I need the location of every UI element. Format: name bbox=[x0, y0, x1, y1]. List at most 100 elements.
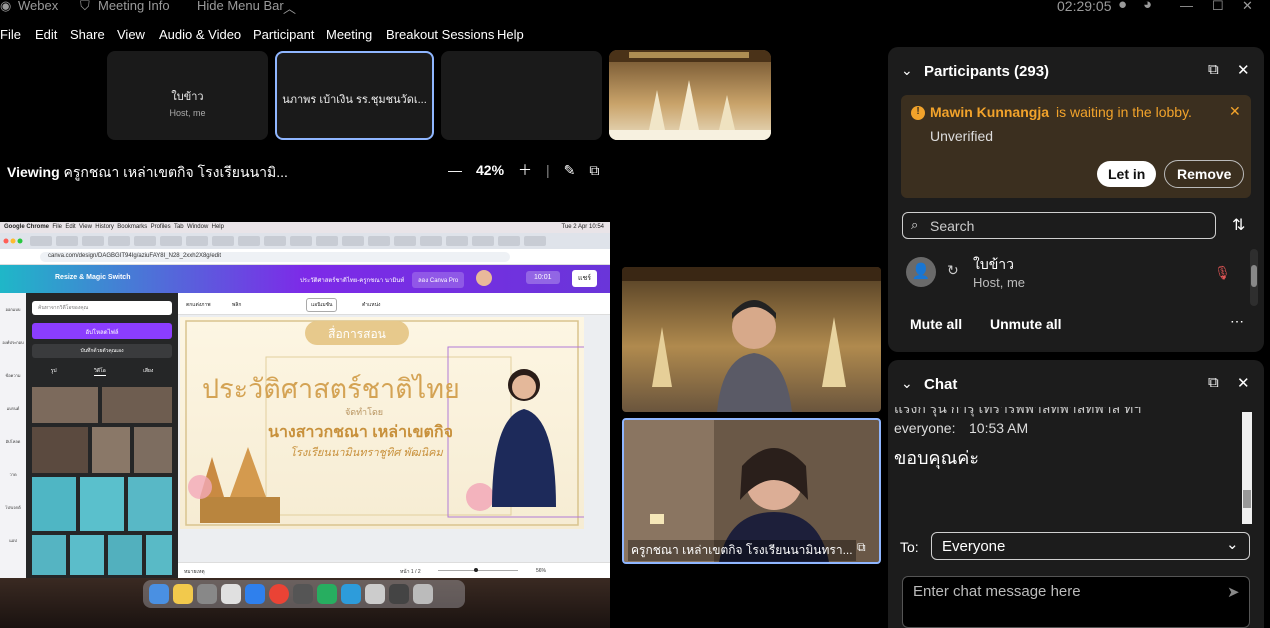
rail-item[interactable]: อัปโหลด bbox=[0, 425, 26, 458]
minimize-icon[interactable]: — bbox=[1180, 0, 1193, 13]
url-field[interactable]: canva.com/design/DAGBGIT94Ig/aziuFAY8I_N… bbox=[40, 252, 510, 262]
menu-help[interactable]: Help bbox=[497, 27, 524, 42]
share-button[interactable]: แชร์ bbox=[572, 270, 598, 287]
maximize-icon[interactable]: ☐ bbox=[1212, 0, 1224, 14]
participant-thumb-temple[interactable] bbox=[609, 50, 771, 140]
record-yourself-button[interactable]: บันทึกด้วยตัวคุณเอง bbox=[32, 344, 172, 358]
canva-header: Resize & Magic Switch ประวัติศาสตร์ชาติไ… bbox=[0, 265, 610, 293]
rail-item[interactable]: แบรนด์ bbox=[0, 392, 26, 425]
notes-app-icon[interactable] bbox=[173, 584, 193, 604]
title-bar: ◉ Webex ⛉ Meeting Info Hide Menu Bar ︿ 0… bbox=[0, 0, 1270, 17]
menu-view[interactable]: View bbox=[117, 27, 145, 42]
uploads-search[interactable]: ค้นหาจากวิดีโอของคุณ bbox=[32, 301, 172, 315]
hide-menu-bar-button[interactable]: Hide Menu Bar bbox=[197, 0, 284, 13]
participants-search[interactable]: ⌕ Search bbox=[902, 212, 1216, 239]
chevron-up-icon[interactable]: ︿ bbox=[283, 0, 296, 17]
chat-input[interactable]: Enter chat message here ➤ bbox=[902, 576, 1250, 628]
notes-button[interactable]: หมายเหตุ bbox=[184, 568, 205, 576]
trash-icon[interactable] bbox=[413, 584, 433, 604]
finder-icon[interactable] bbox=[149, 584, 169, 604]
participant-thumb-empty[interactable] bbox=[441, 51, 602, 140]
close-icon[interactable]: ✕ bbox=[1237, 61, 1250, 79]
rail-item[interactable]: โปรเจกต์ bbox=[0, 491, 26, 524]
tab-images[interactable]: รูป bbox=[51, 367, 57, 376]
close-icon[interactable]: ✕ bbox=[1237, 374, 1250, 392]
zoom-in-icon[interactable]: ＋ bbox=[518, 160, 532, 180]
menu-participant[interactable]: Participant bbox=[253, 27, 314, 42]
shared-screen[interactable]: Google Chrome File Edit View History Boo… bbox=[0, 222, 610, 578]
canva-pro-button[interactable]: ลอง Canva Pro bbox=[412, 272, 465, 288]
zoom-slider-handle[interactable] bbox=[474, 568, 478, 572]
screenshot-icon[interactable] bbox=[389, 584, 409, 604]
settings-icon[interactable] bbox=[293, 584, 313, 604]
close-window-icon[interactable]: ✕ bbox=[1242, 0, 1253, 14]
menu-share[interactable]: Share bbox=[70, 27, 105, 42]
app-store-icon[interactable] bbox=[245, 584, 265, 604]
unmute-all-button[interactable]: Unmute all bbox=[990, 316, 1062, 332]
preview-icon[interactable] bbox=[365, 584, 385, 604]
chat-message: ขอบคุณค่ะ bbox=[894, 448, 979, 468]
pop-out-icon[interactable]: ⧉ bbox=[589, 162, 599, 179]
calendar-icon[interactable] bbox=[221, 584, 241, 604]
webex-dock-icon[interactable] bbox=[341, 584, 361, 604]
video-tile-active-speaker[interactable]: ครูกชณา เหล่าเขตกิจ โรงเรียนนามินทรา... … bbox=[622, 418, 881, 564]
scroll-thumb[interactable] bbox=[1243, 490, 1251, 508]
present-timer[interactable]: 10:01 bbox=[526, 271, 560, 284]
participants-scrollbar[interactable] bbox=[1250, 249, 1258, 306]
chrome-icon[interactable] bbox=[269, 584, 289, 604]
lobby-text: is waiting in the lobby. bbox=[1056, 104, 1192, 120]
line-icon[interactable] bbox=[317, 584, 337, 604]
participants-title: Participants (293) bbox=[924, 63, 1050, 80]
collapse-chevron-icon[interactable]: ⌄ bbox=[901, 375, 913, 392]
stats-icon[interactable]: ◕ bbox=[1143, 0, 1152, 13]
collapse-chevron-icon[interactable]: ⌄ bbox=[901, 62, 913, 79]
zoom-slider[interactable] bbox=[438, 570, 518, 571]
tab-audio[interactable]: เสียง bbox=[143, 367, 153, 376]
app-title: Webex bbox=[18, 0, 59, 13]
dismiss-icon[interactable]: ✕ bbox=[1229, 103, 1241, 120]
webex-logo-icon: ◉ bbox=[0, 0, 12, 13]
magic-switch-button[interactable]: Resize & Magic Switch bbox=[55, 274, 130, 281]
toolbar-edit-image[interactable]: ตกแต่งภาพ bbox=[186, 301, 211, 309]
participant-thumb-active[interactable]: นภาพร เบ้าเงิน รร.ชุมชนวัดเ... bbox=[275, 51, 434, 140]
muted-mic-icon[interactable]: 🎙 bbox=[1214, 265, 1231, 281]
remove-button[interactable]: Remove bbox=[1164, 160, 1245, 188]
launchpad-icon[interactable] bbox=[197, 584, 217, 604]
recipient-select[interactable]: Everyone ⌄ bbox=[931, 532, 1250, 560]
toolbar-position[interactable]: ตำแหน่ง bbox=[362, 301, 380, 309]
rail-item[interactable]: องค์ประกอบ bbox=[0, 326, 26, 359]
toolbar-animate[interactable]: แอนิเมชัน bbox=[306, 298, 338, 312]
tab-videos[interactable]: วิดีโอ bbox=[93, 367, 106, 376]
mute-all-button[interactable]: Mute all bbox=[910, 316, 962, 332]
menu-breakout-sessions[interactable]: Breakout Sessions bbox=[386, 27, 494, 42]
chevron-down-icon: ⌄ bbox=[1226, 536, 1239, 553]
sort-icon[interactable]: ⇅ bbox=[1232, 215, 1245, 235]
upload-files-button[interactable]: อัปโหลดไฟล์ bbox=[32, 323, 172, 339]
participant-thumb-host[interactable]: ใบข้าว Host, me bbox=[107, 51, 268, 140]
rail-item[interactable]: วาด bbox=[0, 458, 26, 491]
annotate-icon[interactable]: ✎ bbox=[564, 162, 576, 179]
zoom-out-icon[interactable]: — bbox=[448, 162, 462, 178]
menu-edit[interactable]: Edit bbox=[35, 27, 57, 42]
more-options-icon[interactable]: ⋯ bbox=[1230, 313, 1244, 330]
menu-file[interactable]: File bbox=[0, 27, 21, 42]
rail-item[interactable]: ข้อความ bbox=[0, 359, 26, 392]
let-in-button[interactable]: Let in bbox=[1097, 161, 1157, 187]
slide[interactable]: สื่อการสอน ประวัติศาสตร์ชาติไทย จัดทำโดย… bbox=[180, 317, 584, 529]
pop-out-icon[interactable]: ⧉ bbox=[1208, 374, 1219, 391]
fullscreen-icon[interactable]: ⧉ bbox=[857, 540, 866, 555]
rail-item[interactable]: แอป bbox=[0, 524, 26, 557]
rail-item[interactable]: ออกแบบ bbox=[0, 293, 26, 326]
toolbar-flip[interactable]: พลิก bbox=[232, 301, 241, 309]
menu-meeting[interactable]: Meeting bbox=[326, 27, 372, 42]
scroll-thumb[interactable] bbox=[1251, 265, 1257, 287]
pop-out-icon[interactable]: ⧉ bbox=[1208, 61, 1219, 78]
menu-audio-video[interactable]: Audio & Video bbox=[159, 27, 241, 42]
video-tile-1[interactable] bbox=[622, 267, 881, 412]
record-icon[interactable]: ● bbox=[1118, 0, 1127, 13]
meeting-info-button[interactable]: Meeting Info bbox=[98, 0, 170, 13]
chat-scrollbar[interactable] bbox=[1242, 412, 1252, 524]
send-icon[interactable]: ➤ bbox=[1227, 583, 1240, 601]
viewing-presenter: ครูกชณา เหล่าเขตกิจ โรงเรียนนามิ... bbox=[63, 164, 288, 180]
mac-clock: Tue 2 Apr 10:54 bbox=[561, 224, 604, 230]
